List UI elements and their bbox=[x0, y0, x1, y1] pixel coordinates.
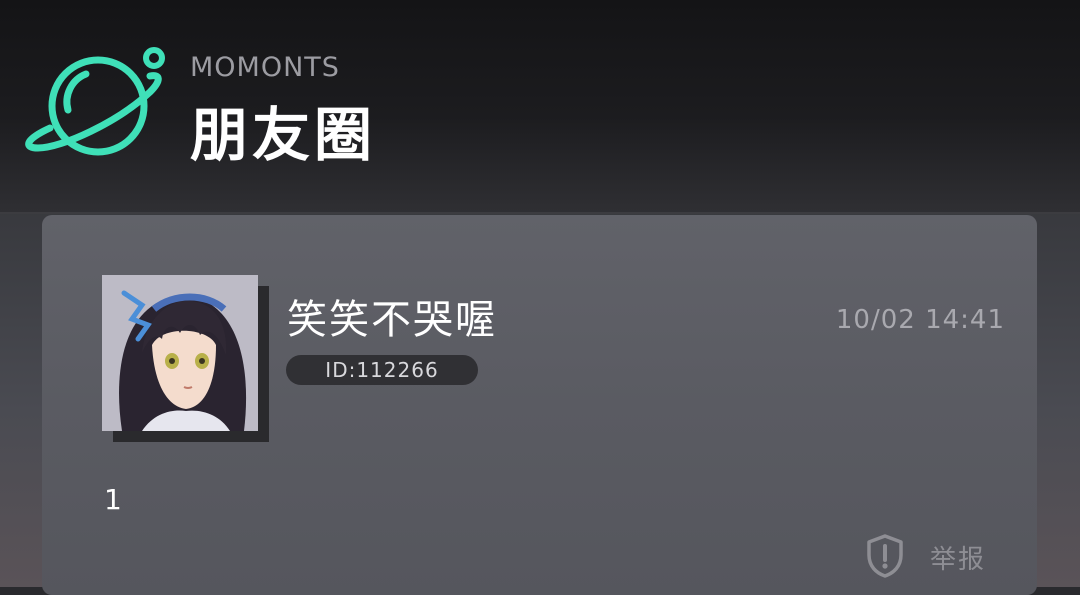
post-content: 1 bbox=[104, 483, 122, 516]
post-timestamp: 10/02 14:41 bbox=[835, 305, 1005, 335]
shield-alert-icon bbox=[867, 534, 903, 578]
username[interactable]: 笑笑不哭喔 bbox=[287, 287, 497, 345]
avatar[interactable] bbox=[102, 275, 269, 442]
report-button[interactable]: 举报 bbox=[864, 533, 994, 579]
app-subtitle: MOMONTS bbox=[190, 52, 340, 83]
report-label: 举报 bbox=[930, 545, 987, 575]
page-title: 朋友圈 bbox=[190, 101, 377, 169]
user-id-badge: ID:112266 bbox=[286, 355, 478, 385]
moment-post-card: 笑笑不哭喔 ID:112266 10/02 14:41 1 举报 bbox=[42, 215, 1037, 595]
header: MOMONTS 朋友圈 bbox=[0, 0, 1080, 214]
avatar-image[interactable] bbox=[102, 275, 258, 431]
planet-icon bbox=[25, 47, 165, 156]
